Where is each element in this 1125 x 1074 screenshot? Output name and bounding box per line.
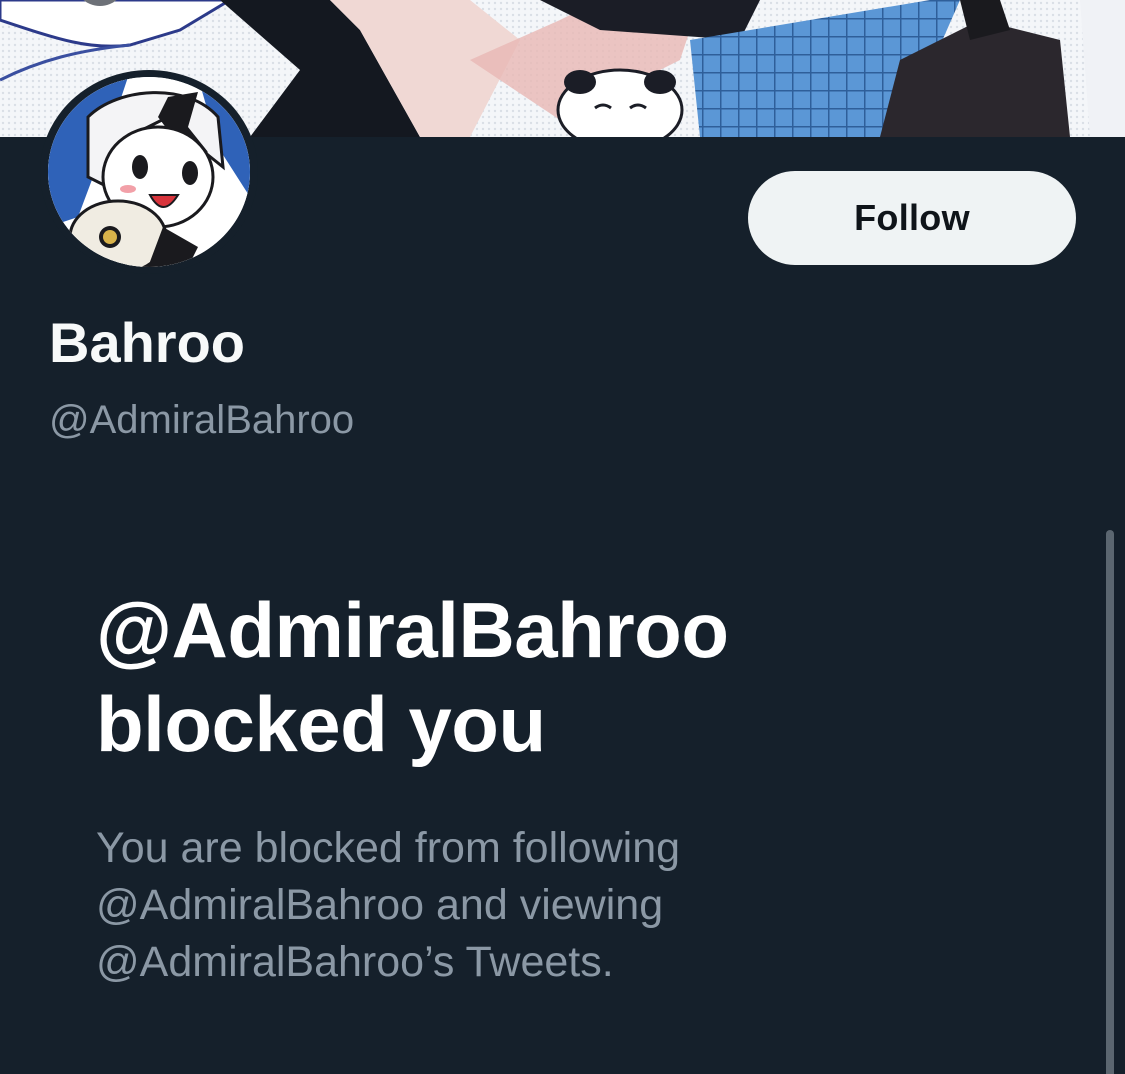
blocked-desc-line-3: @AdmiralBahroo’s Tweets. [96,938,614,986]
blocked-title-line-2: blocked you [96,680,546,768]
blocked-notice-description: You are blocked from following @AdmiralB… [96,820,996,991]
profile-handle: @AdmiralBahroo [49,398,355,442]
blocked-desc-line-1: You are blocked from following [96,824,681,872]
blocked-notice-title: @AdmiralBahroo blocked you [96,583,996,771]
avatar[interactable] [40,70,258,274]
scrollbar[interactable] [1106,530,1114,1074]
follow-button[interactable]: Follow [748,171,1076,265]
blocked-title-line-1: @AdmiralBahroo [96,586,729,674]
profile-page: Follow Bahroo @AdmiralBahroo @AdmiralBah… [0,0,1125,1074]
avatar-image [48,77,250,267]
profile-display-name: Bahroo [49,311,245,374]
blocked-desc-line-2: @AdmiralBahroo and viewing [96,881,664,929]
